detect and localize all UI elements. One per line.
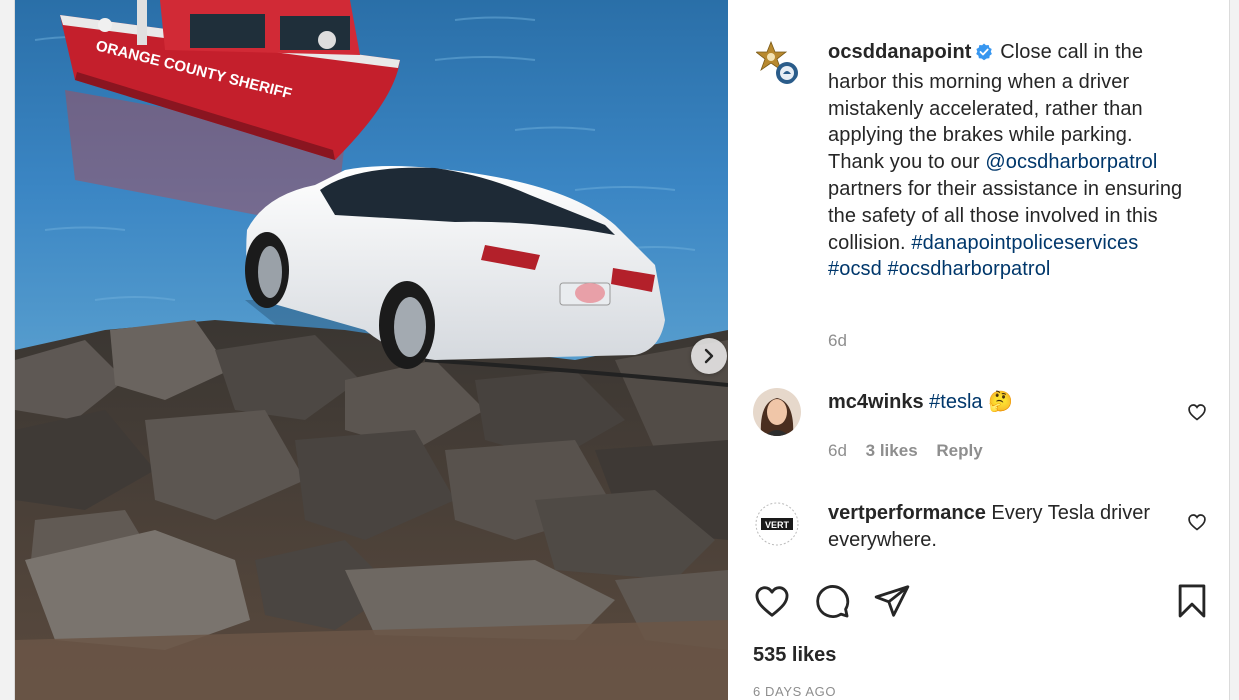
author-username[interactable]: ocsddanapoint xyxy=(828,41,972,63)
thinking-face-emoji: 🤔 xyxy=(988,391,1014,413)
post-caption: ocsddanapoint Close call in the harbor t… xyxy=(828,39,1188,283)
author-avatar[interactable] xyxy=(753,40,801,88)
heart-icon xyxy=(1188,404,1206,421)
photo-harbor-car-on-rocks: ORANGE COUNTY SHERIFF xyxy=(15,0,728,700)
hashtag-link[interactable]: #ocsdharborpatrol xyxy=(888,258,1051,280)
verified-badge-icon xyxy=(975,42,993,69)
comment-bubble-icon xyxy=(816,585,850,618)
post-actions-bar xyxy=(753,582,1207,620)
sheriff-star-logo xyxy=(753,40,801,88)
commenter-avatar[interactable]: VERT xyxy=(753,500,801,548)
post-details-panel: ocsddanapoint Close call in the harbor t… xyxy=(729,0,1229,700)
post-timestamp[interactable]: 6d xyxy=(828,331,847,351)
save-button[interactable] xyxy=(1173,582,1211,620)
post-date[interactable]: 6 DAYS AGO xyxy=(753,684,836,699)
bookmark-icon xyxy=(1178,584,1206,618)
like-button[interactable] xyxy=(753,582,791,620)
comment: mc4winks #tesla 🤔 xyxy=(828,389,1168,416)
like-comment-button[interactable] xyxy=(1187,512,1207,532)
share-button[interactable] xyxy=(873,582,911,620)
post-media-image[interactable]: ORANGE COUNTY SHERIFF xyxy=(15,0,728,700)
next-media-button[interactable] xyxy=(691,338,727,374)
page-gutter-right xyxy=(1229,0,1239,700)
paper-plane-icon xyxy=(874,585,910,617)
comment-timestamp[interactable]: 6d xyxy=(828,441,847,460)
likes-count[interactable]: 535 likes xyxy=(753,644,836,667)
page-gutter-left xyxy=(0,0,15,700)
svg-text:VERT: VERT xyxy=(765,520,790,530)
mention-link[interactable]: @ocsdharborpatrol xyxy=(985,151,1157,173)
comment-button[interactable] xyxy=(813,582,851,620)
like-comment-button[interactable] xyxy=(1187,402,1207,422)
vert-logo: VERT xyxy=(753,500,801,548)
profile-photo xyxy=(753,388,801,436)
commenter-username[interactable]: mc4winks xyxy=(828,391,924,413)
commenter-avatar[interactable] xyxy=(753,388,801,436)
heart-icon xyxy=(1188,514,1206,531)
comment-likes-count[interactable]: 3 likes xyxy=(866,441,918,460)
comment: vertperformance Every Tesla driver every… xyxy=(828,500,1168,554)
comment-meta: 6d 3 likes Reply xyxy=(828,441,997,461)
hashtag-link[interactable]: #ocsd xyxy=(828,258,882,280)
hashtag-link[interactable]: #tesla xyxy=(929,391,982,413)
commenter-username[interactable]: vertperformance xyxy=(828,502,986,524)
chevron-right-icon xyxy=(704,348,714,364)
reply-button[interactable]: Reply xyxy=(936,441,982,460)
heart-icon xyxy=(755,586,789,617)
hashtag-link[interactable]: #danapointpoliceservices xyxy=(911,232,1138,254)
